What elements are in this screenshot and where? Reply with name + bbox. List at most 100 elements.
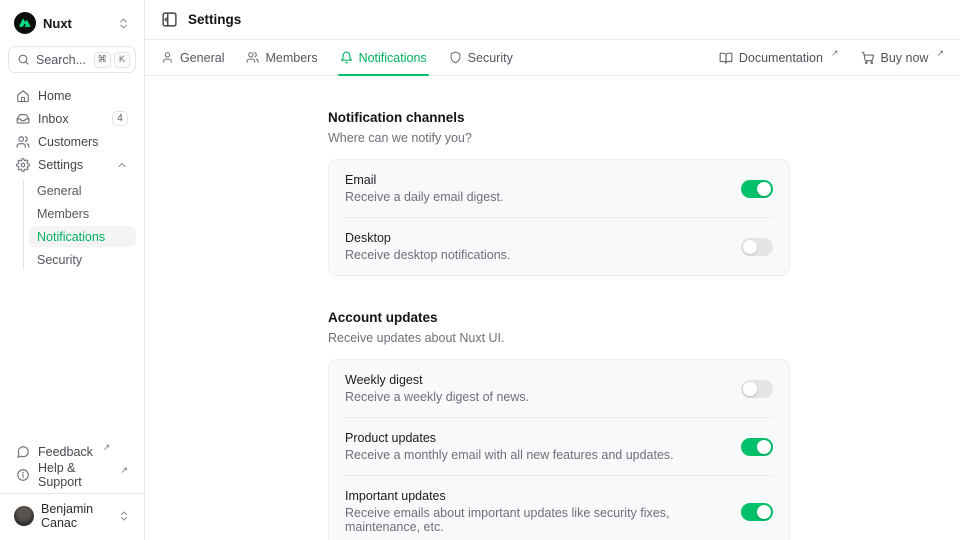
gear-icon <box>16 158 30 172</box>
chevron-up-icon <box>116 159 128 171</box>
sidebar-item-notifications[interactable]: Notifications <box>29 226 136 247</box>
chevrons-up-down-icon <box>117 17 130 30</box>
setting-title: Important updates <box>345 489 725 503</box>
toggle-knob <box>743 240 757 254</box>
row-text: Weekly digest Receive a weekly digest of… <box>345 373 529 404</box>
avatar <box>14 506 34 526</box>
sidebar-item-label: Home <box>38 89 71 103</box>
row-text: Important updates Receive emails about i… <box>345 489 725 534</box>
email-toggle[interactable] <box>741 180 773 198</box>
sidebar-item-label: Security <box>37 253 82 267</box>
tab-security[interactable]: Security <box>449 40 513 75</box>
search-input[interactable]: Search... ⌘ K <box>8 46 136 73</box>
setting-row-product-updates: Product updates Receive a monthly email … <box>329 418 789 475</box>
section-subtitle: Receive updates about Nuxt UI. <box>328 331 790 345</box>
weekly-digest-toggle[interactable] <box>741 380 773 398</box>
sidebar-spacer <box>8 272 136 441</box>
sidebar-item-inbox[interactable]: Inbox 4 <box>8 108 136 129</box>
home-icon <box>16 89 30 103</box>
sidebar-item-security[interactable]: Security <box>29 249 136 270</box>
settings-submenu: General Members Notifications Security <box>23 180 136 270</box>
sidebar-footer-nav: Feedback ↗ Help & Support ↗ <box>8 441 136 485</box>
main-panel: Settings General Members Notifications <box>145 0 960 540</box>
app-window: Nuxt Search... ⌘ K Home <box>0 0 960 540</box>
toggle-knob <box>743 382 757 396</box>
external-link-icon: ↗ <box>831 49 839 59</box>
setting-row-important-updates: Important updates Receive emails about i… <box>329 476 789 540</box>
cart-icon <box>861 51 875 65</box>
section-title: Notification channels <box>328 110 790 125</box>
setting-title: Weekly digest <box>345 373 529 387</box>
team-switcher[interactable]: Nuxt <box>8 8 136 38</box>
sidebar-item-general[interactable]: General <box>29 180 136 201</box>
sidebar-item-customers[interactable]: Customers <box>8 131 136 152</box>
external-link-icon: ↗ <box>103 443 111 453</box>
desktop-toggle[interactable] <box>741 238 773 256</box>
important-updates-toggle[interactable] <box>741 503 773 521</box>
kbd-k: K <box>114 52 130 68</box>
setting-description: Receive a daily email digest. <box>345 190 503 204</box>
section-subtitle: Where can we notify you? <box>328 131 790 145</box>
search-icon <box>17 53 30 66</box>
user-name: Benjamin Canac <box>41 502 111 530</box>
action-label: Buy now <box>881 51 929 65</box>
buy-now-button[interactable]: Buy now ↗ <box>861 51 945 65</box>
shield-icon <box>449 51 462 64</box>
sidebar-item-label: Customers <box>38 135 98 149</box>
settings-content: Notification channels Where can we notif… <box>145 76 960 540</box>
bell-icon <box>340 51 353 64</box>
settings-card: Weekly digest Receive a weekly digest of… <box>328 359 790 540</box>
setting-row-weekly-digest: Weekly digest Receive a weekly digest of… <box>329 360 789 417</box>
section-title: Account updates <box>328 310 790 325</box>
kbd-cmd: ⌘ <box>94 52 112 68</box>
nuxt-logo-icon <box>14 12 36 34</box>
sidebar-item-label: Settings <box>38 158 83 172</box>
footer-item-label: Feedback <box>38 445 93 459</box>
sidebar-item-label: General <box>37 184 81 198</box>
tab-label: Security <box>468 51 513 65</box>
setting-row-email: Email Receive a daily email digest. <box>329 160 789 217</box>
settings-card: Email Receive a daily email digest. Desk… <box>328 159 790 276</box>
main-header: Settings <box>145 0 960 40</box>
inbox-icon <box>16 112 30 126</box>
sidebar-item-label: Notifications <box>37 230 105 244</box>
tab-label: General <box>180 51 224 65</box>
external-link-icon: ↗ <box>936 49 944 59</box>
action-label: Documentation <box>739 51 823 65</box>
chevrons-up-down-icon <box>118 510 130 522</box>
documentation-button[interactable]: Documentation ↗ <box>719 51 839 65</box>
setting-title: Desktop <box>345 231 510 245</box>
book-icon <box>719 51 733 65</box>
product-updates-toggle[interactable] <box>741 438 773 456</box>
collapse-sidebar-icon[interactable] <box>161 11 178 28</box>
sidebar-item-members[interactable]: Members <box>29 203 136 224</box>
info-circle-icon <box>16 468 30 482</box>
section-account-updates: Account updates Receive updates about Nu… <box>328 310 790 540</box>
sidebar-item-settings[interactable]: Settings <box>8 154 136 175</box>
users-icon <box>16 135 30 149</box>
tab-notifications[interactable]: Notifications <box>340 40 427 75</box>
inbox-count-badge: 4 <box>112 111 128 126</box>
sidebar: Nuxt Search... ⌘ K Home <box>0 0 145 540</box>
tab-general[interactable]: General <box>161 40 224 75</box>
row-text: Product updates Receive a monthly email … <box>345 431 674 462</box>
help-support-link[interactable]: Help & Support ↗ <box>8 464 136 485</box>
setting-description: Receive a monthly email with all new fea… <box>345 448 674 462</box>
tab-label: Notifications <box>359 51 427 65</box>
tab-members[interactable]: Members <box>246 40 317 75</box>
feedback-link[interactable]: Feedback ↗ <box>8 441 136 462</box>
setting-description: Receive emails about important updates l… <box>345 506 725 534</box>
external-link-icon: ↗ <box>120 466 128 476</box>
tab-label: Members <box>265 51 317 65</box>
sidebar-item-home[interactable]: Home <box>8 85 136 106</box>
sidebar-item-label: Inbox <box>38 112 69 126</box>
sidebar-nav: Home Inbox 4 Customers Settings <box>8 85 136 272</box>
toggle-knob <box>757 505 771 519</box>
chat-bubble-icon <box>16 445 30 459</box>
team-name: Nuxt <box>43 16 72 31</box>
search-placeholder: Search... <box>36 53 86 67</box>
setting-description: Receive desktop notifications. <box>345 248 510 262</box>
users-icon <box>246 51 259 64</box>
user-menu[interactable]: Benjamin Canac <box>8 494 136 532</box>
toggle-knob <box>757 440 771 454</box>
